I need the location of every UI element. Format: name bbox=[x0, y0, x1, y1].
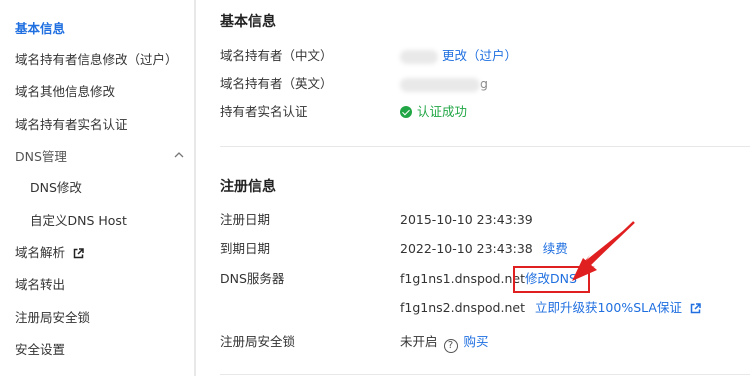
upgrade-sla-link[interactable]: 立即升级获100%SLA保证 bbox=[535, 300, 701, 315]
reg-date-value: 2015-10-10 23:43:39 bbox=[400, 212, 533, 227]
reg-date-label: 注册日期 bbox=[220, 212, 271, 227]
sidebar-item-basic-info[interactable]: 基本信息 bbox=[15, 19, 65, 39]
dns2-value: f1g1ns2.dnspod.net 立即升级获100%SLA保证 bbox=[400, 299, 701, 317]
divider bbox=[220, 146, 750, 147]
realname-label: 持有者实名认证 bbox=[220, 104, 308, 119]
lock-label: 注册局安全锁 bbox=[220, 334, 296, 349]
sidebar-item-dns-resolve[interactable]: 域名解析 bbox=[15, 243, 84, 263]
redacted-value bbox=[400, 49, 438, 64]
sidebar-item-dns-modify[interactable]: DNS修改 bbox=[30, 178, 82, 198]
chevron-up-icon[interactable] bbox=[172, 148, 186, 162]
sidebar-item-custom-dns-host[interactable]: 自定义DNS Host bbox=[30, 211, 127, 231]
sidebar: 基本信息 域名持有者信息修改（过户） 域名其他信息修改 域名持有者实名认证 DN… bbox=[0, 0, 196, 376]
external-link-icon bbox=[73, 248, 84, 259]
renew-link[interactable]: 续费 bbox=[543, 241, 568, 256]
divider bbox=[220, 374, 750, 375]
holder-en-label: 域名持有者（英文） bbox=[220, 76, 333, 91]
buy-link[interactable]: 购买 bbox=[464, 334, 489, 349]
dns1-value: f1g1ns1.dnspod.net bbox=[400, 271, 525, 286]
check-circle-icon bbox=[400, 106, 412, 118]
sidebar-item-other-info[interactable]: 域名其他信息修改 bbox=[15, 82, 115, 102]
redacted-value bbox=[400, 77, 480, 92]
realname-status: 认证成功 bbox=[400, 103, 467, 121]
holder-cn-label: 域名持有者（中文） bbox=[220, 48, 333, 63]
exp-date-value: 2022-10-10 23:43:38 续费 bbox=[400, 241, 568, 256]
lock-value: 未开启? 购买 bbox=[400, 334, 489, 353]
sidebar-item-holder-change[interactable]: 域名持有者信息修改（过户） bbox=[15, 50, 178, 70]
dns-label: DNS服务器 bbox=[220, 271, 285, 286]
sidebar-item-label: 域名解析 bbox=[15, 245, 66, 260]
section-title-basic: 基本信息 bbox=[220, 14, 276, 30]
section-title-registration: 注册信息 bbox=[220, 179, 276, 195]
holder-en-value: g bbox=[400, 75, 488, 93]
exp-date-label: 到期日期 bbox=[220, 241, 271, 256]
help-circle-icon[interactable]: ? bbox=[443, 339, 458, 353]
external-link-icon bbox=[690, 303, 701, 314]
change-holder-link[interactable]: 更改（过户） bbox=[442, 48, 517, 63]
sidebar-group-dns[interactable]: DNS管理 bbox=[15, 147, 67, 167]
sidebar-item-realname[interactable]: 域名持有者实名认证 bbox=[15, 115, 128, 135]
holder-cn-value: 更改（过户） bbox=[400, 47, 517, 65]
sidebar-item-registry-lock[interactable]: 注册局安全锁 bbox=[15, 308, 90, 328]
highlight-box bbox=[513, 266, 590, 293]
sidebar-item-transfer-out[interactable]: 域名转出 bbox=[15, 275, 65, 295]
sidebar-item-security[interactable]: 安全设置 bbox=[15, 340, 65, 360]
